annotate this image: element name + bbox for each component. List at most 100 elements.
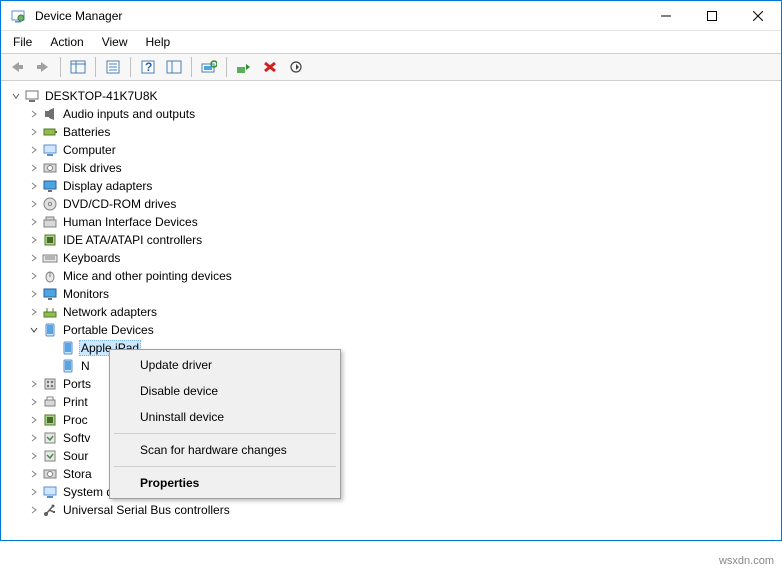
chevron-right-icon[interactable] — [27, 503, 41, 517]
ctx-disable-device[interactable]: Disable device — [112, 378, 338, 404]
tree-item-label: Sour — [61, 448, 90, 464]
scan-hardware-button[interactable] — [197, 55, 221, 79]
chevron-right-icon[interactable] — [27, 377, 41, 391]
tree-item-label: Network adapters — [61, 304, 159, 320]
app-icon — [10, 8, 26, 24]
menu-view[interactable]: View — [94, 33, 136, 51]
tree-item-label: Human Interface Devices — [61, 214, 200, 230]
chevron-right-icon[interactable] — [27, 251, 41, 265]
device-category-icon — [42, 124, 58, 140]
chevron-right-icon[interactable] — [27, 107, 41, 121]
help-button[interactable]: ? — [136, 55, 160, 79]
device-category-icon — [42, 196, 58, 212]
titlebar: Device Manager — [1, 1, 781, 31]
ctx-scan-hardware[interactable]: Scan for hardware changes — [112, 437, 338, 463]
ctx-uninstall-device[interactable]: Uninstall device — [112, 404, 338, 430]
device-category-icon — [42, 286, 58, 302]
chevron-down-icon[interactable] — [27, 323, 41, 337]
tree-item-label: Display adapters — [61, 178, 154, 194]
device-category-icon — [42, 250, 58, 266]
ctx-separator — [114, 433, 336, 434]
context-menu: Update driver Disable device Uninstall d… — [109, 349, 341, 499]
device-category-icon — [42, 160, 58, 176]
device-category-icon — [42, 484, 58, 500]
tree-item[interactable]: Human Interface Devices — [5, 213, 777, 231]
chevron-right-icon[interactable] — [27, 413, 41, 427]
toolbar-separator — [130, 57, 131, 77]
disable-device-button[interactable] — [284, 55, 308, 79]
chevron-right-icon[interactable] — [27, 125, 41, 139]
chevron-right-icon[interactable] — [27, 215, 41, 229]
menu-action[interactable]: Action — [42, 33, 91, 51]
device-category-icon — [42, 412, 58, 428]
device-category-icon — [42, 376, 58, 392]
tree-item-label: Mice and other pointing devices — [61, 268, 234, 284]
device-icon — [60, 340, 76, 356]
chevron-right-icon[interactable] — [27, 161, 41, 175]
tree-item-label: Computer — [61, 142, 118, 158]
tree-item-label: Proc — [61, 412, 90, 428]
tree-item-label: Universal Serial Bus controllers — [61, 502, 232, 518]
tree-item[interactable]: Network adapters — [5, 303, 777, 321]
ctx-separator — [114, 466, 336, 467]
tree-item-label: Batteries — [61, 124, 112, 140]
tree-item[interactable]: Mice and other pointing devices — [5, 267, 777, 285]
chevron-right-icon[interactable] — [27, 287, 41, 301]
back-button[interactable] — [5, 55, 29, 79]
chevron-right-icon[interactable] — [27, 431, 41, 445]
update-driver-button[interactable] — [232, 55, 256, 79]
window-title: Device Manager — [35, 9, 122, 23]
tree-item-label: Stora — [61, 466, 94, 482]
menu-file[interactable]: File — [5, 33, 40, 51]
device-category-icon — [42, 430, 58, 446]
tree-item-label: Softv — [61, 430, 92, 446]
show-hide-tree-button[interactable] — [66, 55, 90, 79]
tree-item[interactable]: Batteries — [5, 123, 777, 141]
tree-item[interactable]: Portable Devices — [5, 321, 777, 339]
tree-item[interactable]: Monitors — [5, 285, 777, 303]
tree-item[interactable]: Computer — [5, 141, 777, 159]
device-category-icon — [42, 178, 58, 194]
device-category-icon — [42, 304, 58, 320]
chevron-right-icon[interactable] — [27, 197, 41, 211]
chevron-right-icon[interactable] — [27, 395, 41, 409]
chevron-right-icon[interactable] — [27, 467, 41, 481]
menubar: File Action View Help — [1, 31, 781, 53]
toolbar-separator — [60, 57, 61, 77]
chevron-right-icon[interactable] — [27, 179, 41, 193]
tree-root-label: DESKTOP-41K7U8K — [43, 88, 160, 104]
minimize-button[interactable] — [643, 1, 689, 30]
tree-item[interactable]: Audio inputs and outputs — [5, 105, 777, 123]
uninstall-device-button[interactable] — [258, 55, 282, 79]
tree-item-label: IDE ATA/ATAPI controllers — [61, 232, 204, 248]
chevron-right-icon[interactable] — [27, 305, 41, 319]
menu-help[interactable]: Help — [138, 33, 179, 51]
maximize-button[interactable] — [689, 1, 735, 30]
tree-item[interactable]: Display adapters — [5, 177, 777, 195]
computer-icon — [24, 88, 40, 104]
chevron-right-icon[interactable] — [27, 269, 41, 283]
close-button[interactable] — [735, 1, 781, 30]
tree-item-label: Portable Devices — [61, 322, 156, 338]
watermark: wsxdn.com — [719, 555, 774, 567]
forward-button[interactable] — [31, 55, 55, 79]
tree-item[interactable]: Universal Serial Bus controllers — [5, 501, 777, 519]
ctx-update-driver[interactable]: Update driver — [112, 352, 338, 378]
tree-item[interactable]: Keyboards — [5, 249, 777, 267]
chevron-right-icon[interactable] — [27, 485, 41, 499]
tree-item[interactable]: Disk drives — [5, 159, 777, 177]
action-button[interactable] — [162, 55, 186, 79]
device-icon — [60, 358, 76, 374]
chevron-right-icon[interactable] — [27, 449, 41, 463]
tree-item-label: Audio inputs and outputs — [61, 106, 197, 122]
chevron-down-icon[interactable] — [9, 89, 23, 103]
tree-item[interactable]: IDE ATA/ATAPI controllers — [5, 231, 777, 249]
toolbar-separator — [226, 57, 227, 77]
toolbar-separator — [95, 57, 96, 77]
tree-item[interactable]: DVD/CD-ROM drives — [5, 195, 777, 213]
tree-root[interactable]: DESKTOP-41K7U8K — [5, 87, 777, 105]
properties-button[interactable] — [101, 55, 125, 79]
ctx-properties[interactable]: Properties — [112, 470, 338, 496]
chevron-right-icon[interactable] — [27, 233, 41, 247]
chevron-right-icon[interactable] — [27, 143, 41, 157]
